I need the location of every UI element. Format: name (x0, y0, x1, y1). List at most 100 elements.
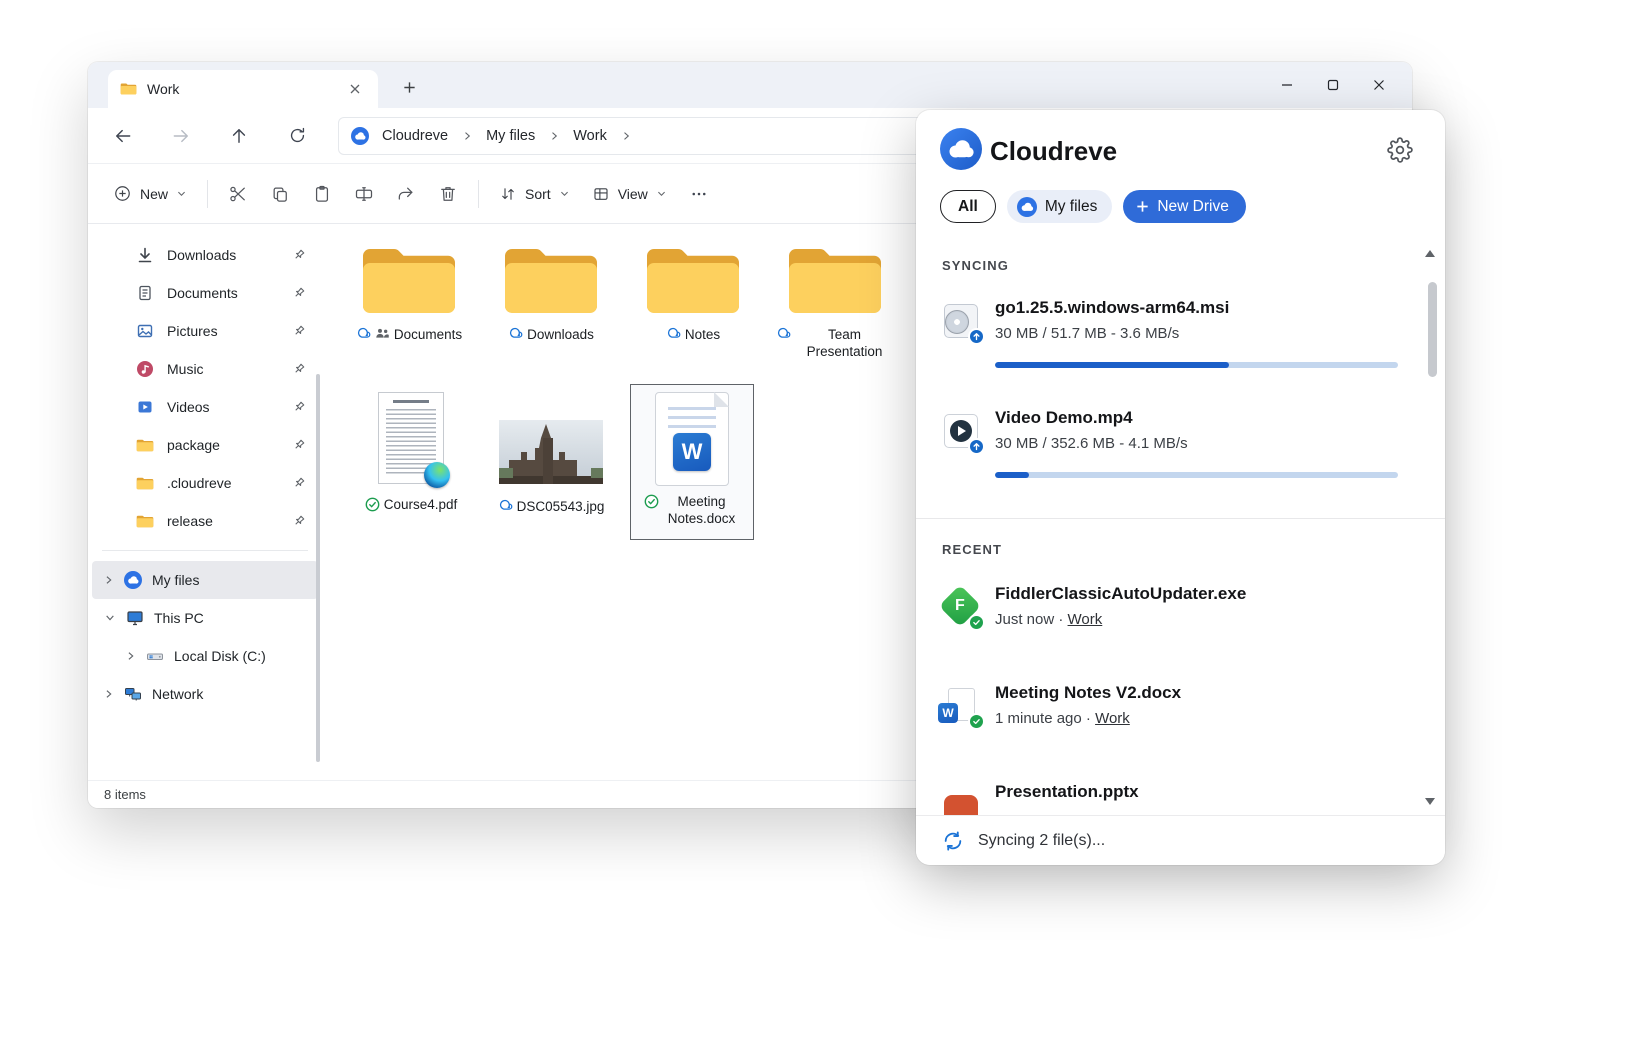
breadcrumb-cloudreve[interactable]: Cloudreve (378, 126, 452, 146)
share-button[interactable] (385, 175, 427, 213)
chevron-right-icon[interactable] (620, 130, 632, 142)
panel-scrollbar[interactable] (1428, 282, 1437, 377)
recent-file-name: FiddlerClassicAutoUpdater.exe (995, 584, 1246, 604)
network-icon (124, 685, 142, 703)
plus-icon (1135, 199, 1150, 214)
sidebar-item-package[interactable]: package (92, 426, 318, 464)
sidebar-item-release[interactable]: release (92, 502, 318, 540)
downloads-icon (136, 246, 154, 264)
file-name: DSC05543.jpg (517, 498, 605, 515)
sidebar-item-my-files[interactable]: My files (92, 561, 318, 599)
sync-item[interactable]: go1.25.5.windows-arm64.msi 30 MB / 51.7 … (995, 298, 1229, 342)
cut-button[interactable] (217, 175, 259, 213)
folder-tile-downloads[interactable]: Downloads (485, 240, 617, 343)
new-button[interactable]: New (102, 176, 198, 211)
chevron-right-icon[interactable] (548, 130, 560, 142)
folder-tile-team-presentation[interactable]: Team Presentation (769, 240, 901, 360)
recent-item[interactable]: FiddlerClassicAutoUpdater.exe Just now ·… (995, 584, 1246, 628)
fiddler-file-icon: F (942, 588, 980, 626)
maximize-button[interactable] (1310, 62, 1356, 108)
rename-button[interactable] (343, 175, 385, 213)
folder-icon (642, 240, 744, 322)
paste-button[interactable] (301, 175, 343, 213)
recent-item[interactable]: Meeting Notes V2.docx 1 minute ago · Wor… (995, 683, 1181, 727)
meta-separator: · (1086, 710, 1091, 727)
pin-icon (292, 400, 306, 414)
new-tab-button[interactable] (396, 76, 422, 98)
paste-icon (312, 184, 332, 204)
scroll-down-icon[interactable] (1425, 798, 1435, 805)
pin-icon (292, 362, 306, 376)
panel-content: SYNCING go1.25.5.windows-arm64.msi 30 MB… (916, 240, 1445, 815)
sidebar-item-label: Downloads (167, 247, 236, 263)
up-button[interactable] (222, 119, 256, 153)
new-drive-button[interactable]: New Drive (1123, 190, 1245, 223)
tab-close-icon[interactable] (344, 78, 366, 100)
cloudreve-drive-icon (351, 127, 369, 145)
chevron-right-icon[interactable] (461, 130, 473, 142)
folder-icon (120, 82, 137, 96)
file-tile-course4-pdf[interactable]: Course4.pdf (345, 384, 477, 513)
forward-button[interactable] (164, 119, 198, 153)
sidebar-item-downloads[interactable]: Downloads (92, 236, 318, 274)
pdf-thumbnail (378, 392, 444, 484)
sidebar-scrollbar[interactable] (316, 374, 320, 762)
copy-button[interactable] (259, 175, 301, 213)
breadcrumb-work[interactable]: Work (569, 126, 611, 146)
sync-item[interactable]: Video Demo.mp4 30 MB / 352.6 MB - 4.1 MB… (995, 408, 1188, 452)
word-icon: W (938, 703, 958, 723)
back-button[interactable] (106, 119, 140, 153)
tab-work[interactable]: Work (108, 70, 378, 108)
file-tile-dsc05543-jpg[interactable]: DSC05543.jpg (485, 384, 617, 515)
recent-location-link[interactable]: Work (1068, 611, 1103, 628)
breadcrumb-my-files[interactable]: My files (482, 126, 539, 146)
more-options-button[interactable] (678, 175, 720, 213)
sidebar-item-label: Music (167, 361, 204, 377)
chip-label: New Drive (1157, 198, 1228, 216)
sidebar-item-this-pc[interactable]: This PC (92, 599, 318, 637)
sort-button[interactable]: Sort (488, 177, 581, 211)
sidebar-item-label: Network (152, 686, 203, 702)
minimize-button[interactable] (1264, 62, 1310, 108)
sidebar-item-label: .cloudreve (167, 475, 232, 491)
folder-name: Documents (394, 326, 462, 343)
cloud-status-icon (508, 327, 523, 339)
sort-icon (499, 185, 517, 203)
panel-title: Cloudreve (990, 136, 1117, 167)
file-tile-meeting-notes-docx-selected[interactable]: W Meeting Notes.docx (630, 384, 754, 540)
recent-location-link[interactable]: Work (1095, 710, 1130, 727)
scroll-up-icon[interactable] (1425, 250, 1435, 257)
recent-item[interactable]: Presentation.pptx (995, 782, 1139, 802)
folder-tile-notes[interactable]: Notes (627, 240, 759, 343)
settings-button[interactable] (1387, 137, 1413, 163)
sidebar-item-documents[interactable]: Documents (92, 274, 318, 312)
cut-icon (228, 184, 248, 204)
sidebar-item-label: Pictures (167, 323, 218, 339)
chevron-right-icon[interactable] (104, 574, 114, 586)
sidebar-item-music[interactable]: Music (92, 350, 318, 388)
chip-label: My files (1045, 198, 1098, 216)
chip-all[interactable]: All (940, 190, 996, 223)
sidebar-item-network[interactable]: Network (92, 675, 318, 713)
chevron-down-icon (656, 188, 667, 199)
chevron-right-icon[interactable] (126, 650, 136, 662)
chip-my-files[interactable]: My files (1007, 190, 1113, 223)
folder-icon (136, 438, 154, 453)
folder-tile-documents[interactable]: Documents (343, 240, 475, 343)
close-button[interactable] (1356, 62, 1402, 108)
syncing-heading: SYNCING (942, 258, 1009, 273)
sidebar-separator (102, 550, 308, 551)
sidebar-item-cloudreve-folder[interactable]: .cloudreve (92, 464, 318, 502)
cloudreve-drive-icon (1017, 197, 1037, 217)
folder-name: Notes (685, 326, 720, 343)
chevron-down-icon[interactable] (104, 613, 116, 623)
sidebar-item-local-disk[interactable]: Local Disk (C:) (92, 637, 318, 675)
view-icon (592, 185, 610, 203)
delete-button[interactable] (427, 175, 469, 213)
chevron-right-icon[interactable] (104, 688, 114, 700)
sidebar-item-pictures[interactable]: Pictures (92, 312, 318, 350)
sidebar-item-videos[interactable]: Videos (92, 388, 318, 426)
refresh-button[interactable] (280, 119, 314, 153)
view-button[interactable]: View (581, 177, 678, 211)
progress-bar (995, 362, 1398, 368)
